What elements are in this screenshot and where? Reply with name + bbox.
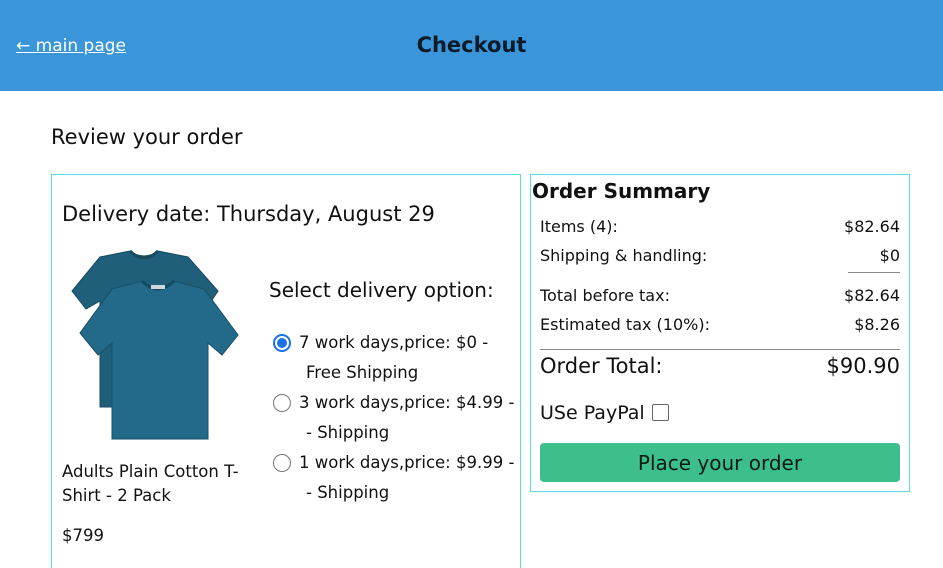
order-summary-title: Order Summary bbox=[532, 179, 711, 203]
delivery-option-sublabel: Free Shipping bbox=[306, 363, 419, 382]
summary-label: Shipping & handling: bbox=[540, 246, 708, 265]
order-summary-card: Order Summary Items (4): $82.64 Shipping… bbox=[530, 174, 910, 492]
product-name: Adults Plain Cotton T-Shirt - 2 Pack bbox=[62, 462, 239, 505]
delivery-option-label: 7 work days,price: $0 - bbox=[299, 333, 489, 352]
total-divider bbox=[540, 349, 900, 350]
summary-label: Total before tax: bbox=[540, 286, 670, 305]
summary-value: $0 bbox=[879, 246, 900, 265]
order-total-value: $90.90 bbox=[826, 354, 900, 378]
product-price: $799 bbox=[62, 526, 104, 545]
delivery-option-label: 1 work days,price: $9.99 - bbox=[299, 453, 515, 472]
order-item-card: Delivery date: Thursday, August 29 Adult… bbox=[51, 174, 521, 568]
page-title: Checkout bbox=[416, 33, 527, 57]
header-bar: ← main page Checkout bbox=[0, 0, 943, 91]
delivery-option-heading: Select delivery option: bbox=[269, 278, 494, 302]
place-order-button[interactable]: Place your order bbox=[540, 443, 900, 482]
product-image bbox=[71, 249, 239, 440]
delivery-date: Delivery date: Thursday, August 29 bbox=[62, 202, 435, 226]
review-heading: Review your order bbox=[51, 125, 243, 149]
radio-7-days[interactable] bbox=[273, 334, 291, 352]
radio-3-days[interactable] bbox=[273, 394, 291, 412]
radio-1-day[interactable] bbox=[273, 454, 291, 472]
order-total-label: Order Total: bbox=[540, 354, 663, 378]
subtotal-divider bbox=[848, 272, 900, 273]
delivery-option-sublabel: - Shipping bbox=[306, 483, 390, 502]
paypal-label: USe PayPal bbox=[540, 402, 645, 424]
summary-label: Items (4): bbox=[540, 217, 618, 236]
summary-label: Estimated tax (10%): bbox=[540, 315, 710, 334]
delivery-option-label: 3 work days,price: $4.99 - bbox=[299, 393, 515, 412]
summary-value: $8.26 bbox=[854, 315, 900, 334]
summary-value: $82.64 bbox=[844, 217, 900, 236]
delivery-option-sublabel: - Shipping bbox=[306, 423, 390, 442]
summary-value: $82.64 bbox=[844, 286, 900, 305]
paypal-checkbox[interactable] bbox=[652, 404, 669, 421]
